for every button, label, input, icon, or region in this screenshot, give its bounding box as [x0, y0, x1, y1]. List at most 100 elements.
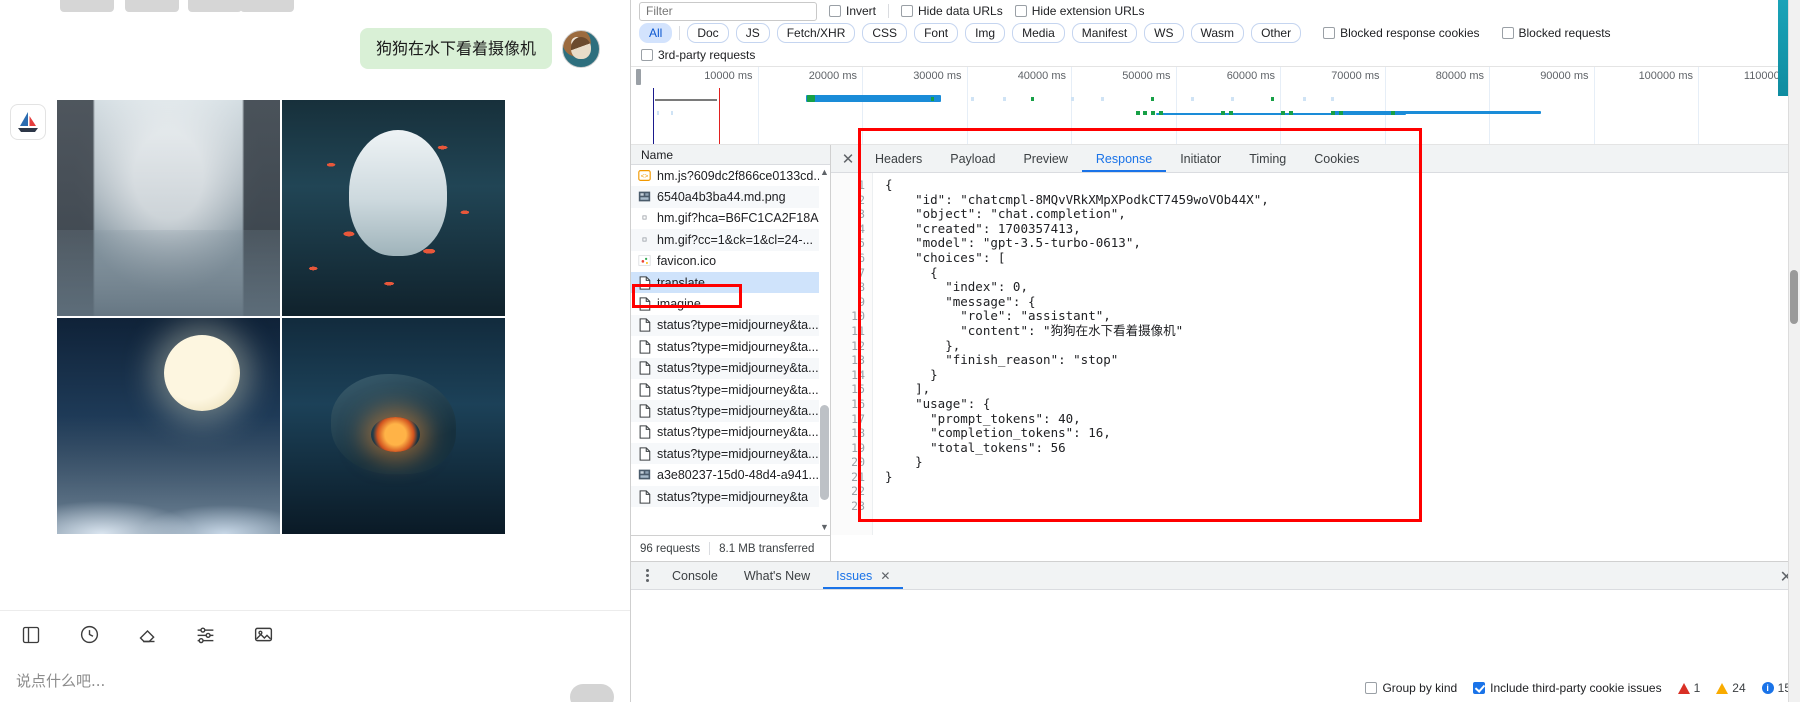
request-name: favicon.ico [657, 254, 717, 269]
request-list[interactable]: <> hm.js?609dc2f866ce0133cd... 6540a4b3ba4… [631, 165, 830, 508]
scrollbar-thumb[interactable] [820, 405, 829, 500]
error-badge[interactable]: 1 [1677, 681, 1700, 695]
type-filter-other[interactable]: Other [1251, 23, 1302, 43]
gallery-tile-1[interactable] [57, 100, 280, 316]
info-badge[interactable]: i 15 [1761, 681, 1791, 695]
overview-tick [862, 67, 863, 144]
request-list-scrollbar[interactable]: ▲ ▼ [819, 165, 830, 535]
issues-footer: Group by kind Include third-party cookie… [631, 674, 1800, 702]
request-row[interactable]: status?type=midjourney&ta... [631, 379, 830, 400]
hide-data-urls-checkbox[interactable]: Hide data URLs [901, 4, 1003, 18]
code-line: "role": "assistant", [885, 308, 1111, 324]
app-topbar [0, 0, 630, 14]
request-row[interactable]: status?type=midjourney&ta... [631, 357, 830, 379]
type-filter-img[interactable]: Img [965, 23, 1006, 43]
send-button[interactable] [570, 684, 614, 702]
type-filter-manifest[interactable]: Manifest [1071, 23, 1138, 43]
request-row[interactable]: status?type=midjourney&ta... [631, 443, 830, 465]
tab-cookies[interactable]: Cookies [1300, 145, 1373, 172]
overview-request-mark [1303, 97, 1306, 101]
tab-preview[interactable]: Preview [1009, 145, 1081, 172]
type-filter-all[interactable]: All [639, 23, 673, 43]
type-filter-doc[interactable]: Doc [687, 23, 729, 43]
blocked-response-cookies-checkbox[interactable]: Blocked response cookies [1323, 26, 1480, 40]
layout-icon[interactable] [16, 620, 46, 650]
hide-extension-urls-checkbox[interactable]: Hide extension URLs [1014, 4, 1144, 18]
drawer-tab-label: What's New [743, 568, 811, 583]
type-filter-fetch-xhr[interactable]: Fetch/XHR [776, 23, 856, 43]
overview-grip[interactable] [636, 69, 641, 85]
group-by-kind-label: Group by kind [1382, 681, 1458, 695]
request-row[interactable]: favicon.ico [631, 251, 830, 272]
request-row[interactable]: hm.gif?hca=B6FC1CA2F18A... [631, 208, 830, 229]
overview-tick-label: 60000 ms [1226, 70, 1275, 82]
tab-payload[interactable]: Payload [936, 145, 1009, 172]
request-row[interactable]: status?type=midjourney&ta... [631, 336, 830, 357]
history-icon[interactable] [74, 620, 104, 650]
third-party-requests-checkbox[interactable]: 3rd-party requests [641, 48, 755, 62]
request-detail-pane: ✕ Headers Payload Preview Response Initi… [831, 145, 1800, 535]
topbar-chip-4[interactable] [240, 0, 294, 12]
topbar-chip-2[interactable] [125, 0, 179, 12]
type-filter-css[interactable]: CSS [862, 23, 908, 43]
drawer-tab-console[interactable]: Console [659, 562, 731, 589]
response-body-viewer[interactable]: 1 2 3 4 5 6 7 8 9 10 11 12 13 14 15 16 17 18 19 20 21 22 23 { … [831, 173, 1800, 535]
request-row[interactable]: status?type=midjourney&ta... [631, 314, 830, 337]
invert-checkbox[interactable]: Invert [829, 4, 876, 18]
request-row[interactable]: translate [631, 271, 830, 294]
avatar [562, 29, 601, 68]
chat-input-row[interactable]: 说点什么吧... [0, 658, 630, 702]
blocked-requests-checkbox[interactable]: Blocked requests [1501, 26, 1611, 40]
request-row[interactable]: 6540a4b3ba44.md.png [631, 186, 830, 208]
topbar-chip-3[interactable] [188, 0, 242, 12]
request-row[interactable]: a3e80237-15d0-48d4-a941... [631, 464, 830, 485]
gallery-tile-2[interactable] [282, 100, 505, 316]
sailboat-logo[interactable] [10, 104, 46, 140]
include-third-party-checkbox[interactable]: Include third-party cookie issues [1473, 681, 1662, 695]
type-filter-js[interactable]: JS [735, 23, 770, 43]
request-row[interactable]: imagine [631, 293, 830, 314]
group-by-kind-checkbox[interactable]: Group by kind [1365, 681, 1457, 695]
request-row[interactable]: <> hm.js?609dc2f866ce0133cd... [631, 165, 830, 186]
more-options-icon[interactable] [635, 562, 659, 589]
tab-initiator[interactable]: Initiator [1166, 145, 1235, 172]
response-json-code[interactable]: { "id": "chatcmpl-8MQvVRkXMpXPodkCT7459w… [873, 173, 1800, 535]
tab-response[interactable]: Response [1082, 145, 1166, 172]
chat-message-bubble: 狗狗在水下看着摄像机 [360, 28, 553, 70]
drawer-tab-issues[interactable]: Issues ✕ [823, 562, 903, 589]
type-filter-ws[interactable]: WS [1144, 23, 1184, 43]
code-line: } [885, 468, 893, 484]
request-row[interactable]: status?type=midjourney&ta... [631, 400, 830, 422]
image-icon[interactable] [248, 620, 278, 650]
gallery-tile-3[interactable] [57, 318, 280, 534]
divider [679, 26, 681, 40]
request-column-header[interactable]: Name [631, 145, 830, 165]
close-icon[interactable]: ✕ [880, 569, 890, 583]
type-filter-media[interactable]: Media [1012, 23, 1065, 43]
network-overview-timeline[interactable]: 10000 ms 20000 ms 30000 ms 40000 ms 50000 ms… [631, 66, 1800, 145]
close-icon[interactable]: ✕ [835, 145, 861, 172]
type-filter-wasm[interactable]: Wasm [1190, 23, 1245, 43]
code-line: "prompt_tokens": 40, [885, 410, 1081, 426]
drawer-tab-whats-new[interactable]: What's New [731, 562, 823, 589]
tab-timing[interactable]: Timing [1235, 145, 1300, 172]
scrollbar-thumb[interactable] [1790, 270, 1798, 324]
request-row[interactable]: status?type=midjourney&ta... [631, 422, 830, 443]
filter-input[interactable] [639, 1, 817, 21]
request-row[interactable]: status?type=midjourney&ta [631, 485, 830, 508]
overview-request-mark [1031, 97, 1034, 101]
scroll-down-arrow[interactable]: ▼ [820, 522, 829, 532]
request-row[interactable]: hm.gif?cc=1&ck=1&cl=24-... [631, 229, 830, 251]
gallery-tile-4[interactable] [282, 318, 505, 534]
scroll-up-arrow[interactable]: ▲ [820, 167, 829, 177]
image-gallery [57, 100, 505, 534]
page-scrollbar[interactable] [1788, 0, 1800, 702]
eraser-icon[interactable] [132, 620, 162, 650]
warning-badge[interactable]: 24 [1716, 681, 1746, 695]
doc-icon [638, 404, 651, 418]
type-filter-font[interactable]: Font [914, 23, 959, 43]
tab-headers[interactable]: Headers [861, 145, 936, 172]
sliders-icon[interactable] [190, 620, 220, 650]
topbar-chip-1[interactable] [60, 0, 114, 12]
line-number: 4 [858, 221, 865, 236]
